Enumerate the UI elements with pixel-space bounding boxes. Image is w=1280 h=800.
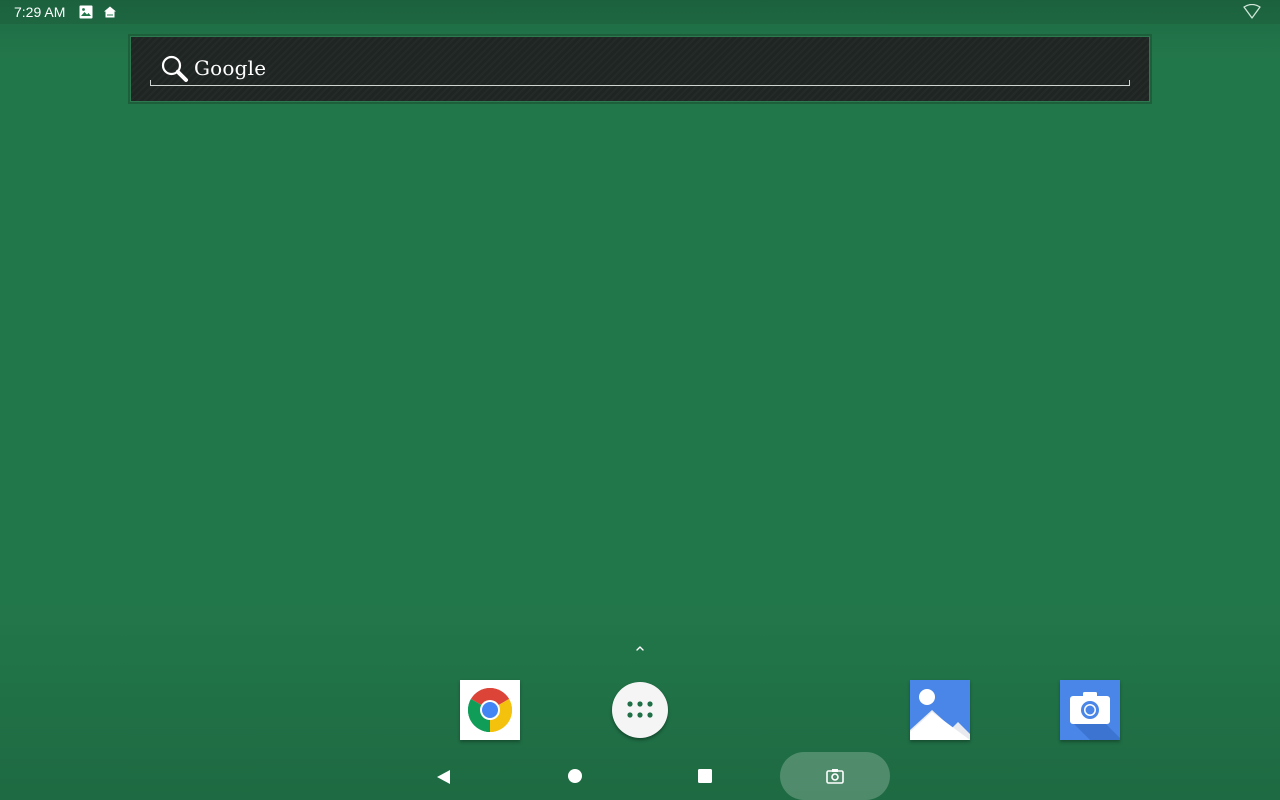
camera-icon	[1060, 680, 1120, 740]
chevron-up-icon[interactable]	[632, 641, 648, 655]
google-search-widget[interactable]: Google	[128, 34, 1152, 104]
wifi-icon	[1243, 3, 1261, 20]
back-button[interactable]	[414, 752, 474, 800]
home-button[interactable]	[545, 752, 605, 800]
chrome-icon	[468, 688, 512, 732]
underline-tick-left	[150, 80, 151, 86]
app-drawer-button[interactable]	[612, 682, 668, 738]
recents-button[interactable]	[675, 752, 735, 800]
screenshot-button[interactable]	[780, 752, 890, 800]
home-icon	[567, 769, 583, 785]
search-label: Google	[194, 56, 267, 80]
status-bar: 7:29 AM	[0, 0, 1280, 24]
gallery-icon	[910, 680, 970, 740]
status-time: 7:29 AM	[14, 4, 66, 20]
underline-tick-right	[1129, 80, 1130, 86]
chrome-app[interactable]	[460, 680, 520, 740]
back-icon	[436, 769, 452, 785]
navigation-bar	[0, 752, 1280, 800]
app-drawer-icon	[624, 695, 656, 725]
home-notification-icon	[102, 4, 118, 20]
recents-icon	[697, 769, 713, 785]
screenshot-icon	[826, 768, 844, 784]
search-underline	[150, 85, 1130, 86]
search-icon	[160, 54, 190, 84]
gallery-app[interactable]	[910, 680, 970, 740]
image-notification-icon	[78, 4, 94, 20]
camera-app[interactable]	[1060, 680, 1120, 740]
widget-border	[130, 36, 1150, 102]
